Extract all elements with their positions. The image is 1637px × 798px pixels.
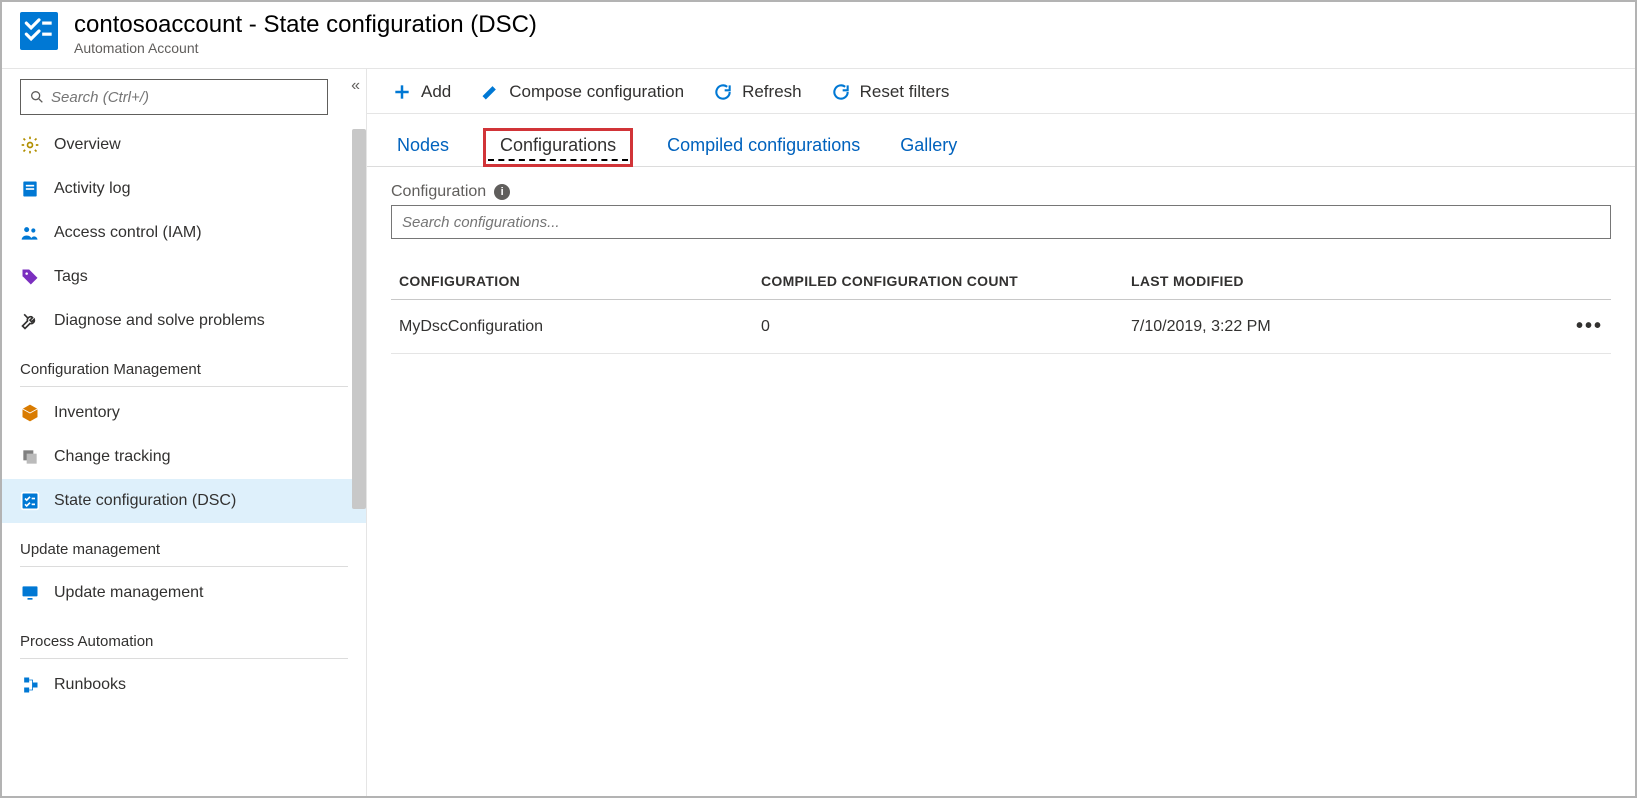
col-header-configuration[interactable]: CONFIGURATION: [391, 273, 761, 289]
log-icon: [20, 179, 40, 199]
sidebar-item-change-tracking[interactable]: Change tracking: [2, 435, 366, 479]
sidebar-item-label: Access control (IAM): [54, 224, 202, 242]
dsc-icon: [20, 491, 40, 511]
pencil-icon: [479, 81, 501, 103]
plus-icon: [391, 81, 413, 103]
refresh-button[interactable]: Refresh: [712, 81, 802, 103]
sidebar-item-label: Diagnose and solve problems: [54, 312, 265, 330]
sidebar-item-label: Change tracking: [54, 448, 171, 466]
sidebar-item-label: Inventory: [54, 404, 120, 422]
sidebar-item-tags[interactable]: Tags: [2, 255, 366, 299]
col-header-modified[interactable]: LAST MODIFIED: [1131, 273, 1561, 289]
info-icon[interactable]: i: [494, 184, 510, 200]
tag-icon: [20, 267, 40, 287]
stack-icon: [20, 447, 40, 467]
gear-icon: [20, 135, 40, 155]
cell-count: 0: [761, 318, 1131, 336]
sidebar-item-label: Activity log: [54, 180, 130, 198]
sidebar-item-label: Tags: [54, 268, 88, 286]
tab-gallery[interactable]: Gallery: [894, 129, 963, 166]
tab-configurations[interactable]: Configurations: [483, 128, 633, 167]
wrench-icon: [20, 311, 40, 331]
dsc-resource-icon: [20, 12, 58, 50]
row-context-menu[interactable]: •••: [1561, 315, 1611, 338]
configurations-table: CONFIGURATION COMPILED CONFIGURATION COU…: [391, 273, 1611, 354]
cell-modified: 7/10/2019, 3:22 PM: [1131, 318, 1561, 336]
sidebar-item-overview[interactable]: Overview: [2, 123, 366, 167]
nav-group-config-mgmt: Configuration Management: [2, 343, 366, 384]
reset-icon: [830, 81, 852, 103]
tabs: Nodes Configurations Compiled configurat…: [367, 114, 1635, 167]
sidebar-item-update-management[interactable]: Update management: [2, 571, 366, 615]
sidebar-scrollbar[interactable]: [352, 129, 366, 509]
sidebar-item-label: Overview: [54, 136, 121, 154]
add-button[interactable]: Add: [391, 81, 451, 103]
sidebar-item-runbooks[interactable]: Runbooks: [2, 663, 366, 707]
sidebar: « Overview Activity log Access control (IA…: [2, 69, 367, 796]
sidebar-item-diagnose-and-solve-problems[interactable]: Diagnose and solve problems: [2, 299, 366, 343]
blade-header: contosoaccount - State configuration (DS…: [2, 2, 1635, 69]
nav-group-process-auto: Process Automation: [2, 615, 366, 656]
sidebar-item-activity-log[interactable]: Activity log: [2, 167, 366, 211]
sidebar-item-access-control-iam-[interactable]: Access control (IAM): [2, 211, 366, 255]
reset-filters-button[interactable]: Reset filters: [830, 81, 950, 103]
search-icon: [29, 89, 45, 105]
collapse-sidebar-icon[interactable]: «: [351, 77, 360, 95]
configuration-search-input[interactable]: [391, 205, 1611, 239]
page-subtitle: Automation Account: [74, 40, 537, 56]
people-icon: [20, 223, 40, 243]
sidebar-search[interactable]: [20, 79, 328, 115]
tab-compiled-configurations[interactable]: Compiled configurations: [661, 129, 866, 166]
compose-button[interactable]: Compose configuration: [479, 81, 684, 103]
sidebar-item-inventory[interactable]: Inventory: [2, 391, 366, 435]
refresh-icon: [712, 81, 734, 103]
sidebar-item-label: Update management: [54, 584, 203, 602]
monitor-icon: [20, 583, 40, 603]
toolbar: Add Compose configuration Refresh Reset …: [367, 69, 1635, 114]
sidebar-item-label: State configuration (DSC): [54, 492, 236, 510]
box-icon: [20, 403, 40, 423]
cell-configuration: MyDscConfiguration: [391, 318, 761, 336]
runbook-icon: [20, 675, 40, 695]
main-content: Add Compose configuration Refresh Reset …: [367, 69, 1635, 796]
table-row[interactable]: MyDscConfiguration07/10/2019, 3:22 PM•••: [391, 300, 1611, 354]
sidebar-search-input[interactable]: [51, 89, 319, 106]
col-header-count[interactable]: COMPILED CONFIGURATION COUNT: [761, 273, 1131, 289]
tab-nodes[interactable]: Nodes: [391, 129, 455, 166]
sidebar-item-label: Runbooks: [54, 676, 126, 694]
sidebar-item-state-configuration-dsc-[interactable]: State configuration (DSC): [2, 479, 366, 523]
filter-label: Configuration: [391, 183, 486, 201]
page-title: contosoaccount - State configuration (DS…: [74, 12, 537, 38]
nav-group-update-mgmt: Update management: [2, 523, 366, 564]
